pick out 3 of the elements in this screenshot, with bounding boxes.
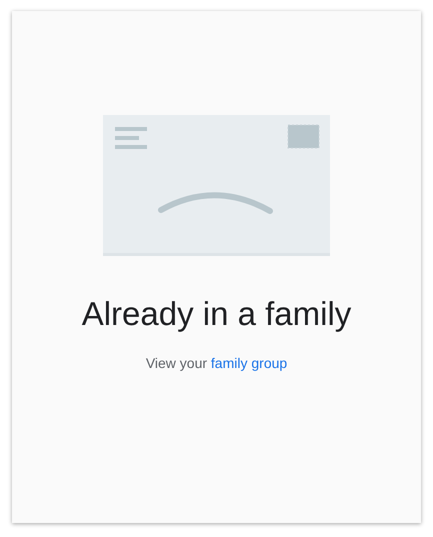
message: View your family group bbox=[146, 355, 288, 371]
title: Already in a family bbox=[82, 295, 352, 333]
family-group-link[interactable]: family group bbox=[210, 355, 288, 371]
